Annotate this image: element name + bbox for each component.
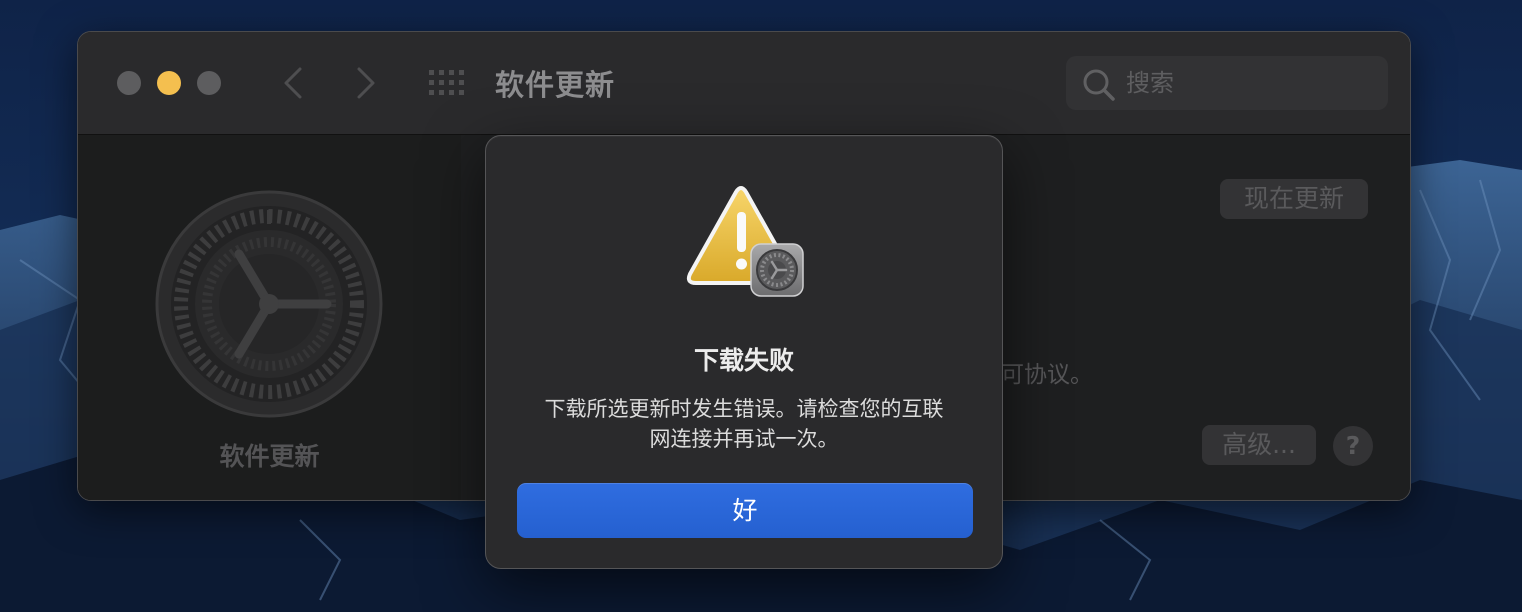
- forward-button[interactable]: [351, 64, 381, 102]
- ok-button[interactable]: 好: [517, 483, 973, 538]
- alert-message-line-1: 下载所选更新时发生错误。请检查您的互联: [544, 397, 944, 421]
- alert-title: 下载失败: [693, 346, 794, 375]
- search-field[interactable]: [1066, 56, 1388, 110]
- search-icon: [1083, 69, 1115, 101]
- download-failed-alert: 下载失败 下载所选更新时发生错误。请检查您的互联 网连接并再试一次。 好: [485, 135, 1003, 569]
- advanced-button[interactable]: 高级...: [1202, 425, 1316, 465]
- title-bar: 软件更新: [78, 32, 1410, 135]
- window-title: 软件更新: [495, 68, 616, 102]
- gear-icon: [155, 190, 383, 418]
- update-now-button[interactable]: 现在更新: [1220, 179, 1368, 219]
- close-button[interactable]: [117, 71, 141, 95]
- zoom-button[interactable]: [197, 71, 221, 95]
- pane-icon-label: 软件更新: [219, 442, 320, 471]
- warning-icon: [686, 186, 804, 297]
- search-input[interactable]: [1126, 66, 1366, 100]
- grid-icon: [429, 70, 464, 95]
- alert-message: 下载所选更新时发生错误。请检查您的互联 网连接并再试一次。: [526, 394, 962, 454]
- icon-pane: 软件更新: [78, 135, 461, 500]
- chevron-left-icon: [284, 67, 302, 99]
- show-all-button[interactable]: [428, 69, 466, 97]
- minimize-button[interactable]: [157, 71, 181, 95]
- chevron-right-icon: [357, 67, 375, 99]
- back-button[interactable]: [278, 64, 308, 102]
- license-text-fragment: 可协议。: [1001, 362, 1093, 388]
- help-button[interactable]: ?: [1333, 426, 1373, 466]
- alert-message-line-2: 网连接并再试一次。: [649, 427, 839, 451]
